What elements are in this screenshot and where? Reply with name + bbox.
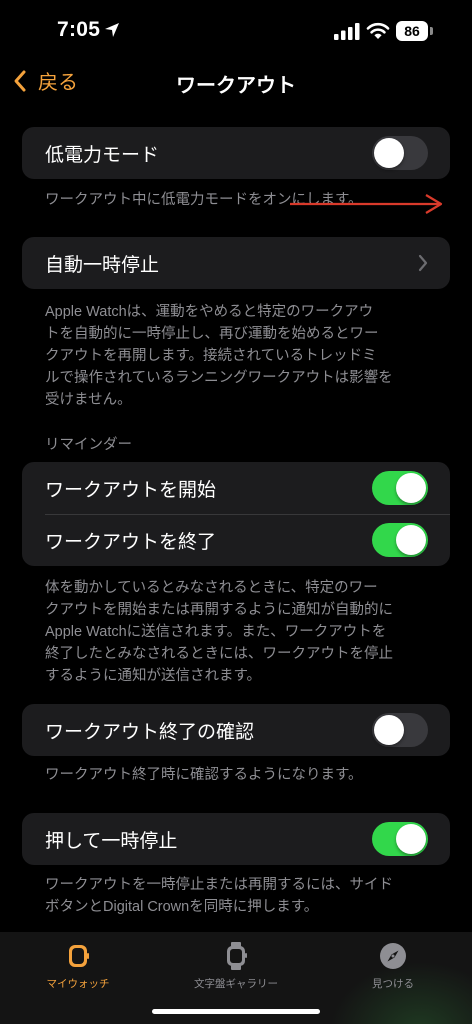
reminders-group: ワークアウトを開始 ワークアウトを終了 bbox=[22, 462, 450, 566]
press-pause-group: 押して一時停止 bbox=[22, 813, 450, 865]
press-pause-label: 押して一時停止 bbox=[45, 830, 178, 852]
chevron-right-icon bbox=[418, 254, 428, 272]
status-time: 7:05 bbox=[57, 18, 101, 41]
tab-label: 見つける bbox=[372, 978, 414, 990]
red-arrow-annotation bbox=[290, 194, 443, 214]
tab-label: マイウォッチ bbox=[46, 978, 110, 990]
watch-face-icon bbox=[69, 945, 89, 967]
footer-line: Apple Watchは、運動をやめると特定のワークアウ bbox=[45, 304, 374, 320]
confirm-end-toggle[interactable] bbox=[372, 713, 428, 747]
location-arrow-icon bbox=[105, 23, 119, 37]
footer-line: ボタンとDigital Crownを同時に押します。 bbox=[45, 899, 319, 915]
footer-line: 受けません。 bbox=[45, 392, 132, 408]
watch-icon bbox=[227, 942, 247, 970]
compass-icon bbox=[380, 943, 406, 969]
confirm-end-footer: ワークアウト終了時に確認するようになります。 bbox=[45, 767, 363, 783]
auto-pause-footer: Apple Watchは、運動をやめると特定のワークアウ トを自動的に一時停止し… bbox=[45, 301, 435, 411]
press-pause-toggle[interactable] bbox=[372, 822, 428, 856]
tab-face-gallery[interactable]: 文字盤ギャラリー bbox=[176, 942, 296, 991]
reminder-end-row: ワークアウトを終了 bbox=[22, 514, 450, 566]
auto-pause-row[interactable]: 自動一時停止 bbox=[22, 237, 450, 289]
reminder-start-toggle[interactable] bbox=[372, 471, 428, 505]
low-power-group: 低電力モード bbox=[22, 127, 450, 179]
low-power-toggle[interactable] bbox=[372, 136, 428, 170]
reminders-header: リマインダー bbox=[45, 437, 132, 453]
footer-line: Apple Watchに送信されます。また、ワークアウトを bbox=[45, 624, 387, 640]
footer-line: トを自動的に一時停止し、再び運動を始めるとワー bbox=[45, 326, 379, 342]
footer-line: 体を動かしているとみなされるときに、特定のワー bbox=[45, 580, 378, 596]
reminder-start-label: ワークアウトを開始 bbox=[45, 479, 217, 501]
footer-line: するように通知が送信されます。 bbox=[45, 668, 262, 684]
tab-discover[interactable]: 見つける bbox=[333, 942, 453, 991]
toggle-knob bbox=[396, 824, 426, 854]
footer-line: 終了したとみなされるときには、ワークアウトを停止 bbox=[45, 646, 393, 662]
reminder-start-row: ワークアウトを開始 bbox=[22, 462, 450, 514]
footer-line: クアウトを再開します。接続されているトレッドミ bbox=[45, 348, 377, 364]
auto-pause-label: 自動一時停止 bbox=[45, 254, 160, 276]
toggle-knob bbox=[396, 525, 426, 555]
wifi-icon bbox=[366, 22, 390, 39]
footer-line: クアウトを開始または再開するように通知が自動的に bbox=[45, 602, 393, 618]
reminder-end-label: ワークアウトを終了 bbox=[45, 531, 217, 553]
confirm-end-group: ワークアウト終了の確認 bbox=[22, 704, 450, 756]
cellular-signal-icon bbox=[334, 23, 360, 40]
confirm-end-label: ワークアウト終了の確認 bbox=[45, 721, 255, 743]
low-power-label: 低電力モード bbox=[45, 144, 160, 166]
status-bar: 7:05 86 bbox=[0, 0, 472, 62]
reminders-footer: 体を動かしているとみなされるときに、特定のワー クアウトを開始または再開するよう… bbox=[45, 577, 435, 687]
toggle-knob bbox=[396, 473, 426, 503]
press-pause-row: 押して一時停止 bbox=[22, 813, 450, 865]
toggle-knob bbox=[374, 715, 404, 745]
navigation-bar: 戻る ワークアウト bbox=[0, 60, 472, 104]
page-title: ワークアウト bbox=[176, 75, 296, 97]
footer-line: ワークアウトを一時停止または再開するには、サイド bbox=[45, 877, 393, 893]
reminder-end-toggle[interactable] bbox=[372, 523, 428, 557]
low-power-row: 低電力モード bbox=[22, 127, 450, 179]
home-indicator bbox=[152, 1009, 320, 1014]
confirm-end-row: ワークアウト終了の確認 bbox=[22, 704, 450, 756]
tab-my-watch[interactable]: マイウォッチ bbox=[18, 942, 138, 991]
battery-cap bbox=[430, 27, 433, 35]
toggle-knob bbox=[374, 138, 404, 168]
press-pause-footer: ワークアウトを一時停止または再開するには、サイド ボタンとDigital Cro… bbox=[45, 874, 435, 918]
footer-line: ルで操作されているランニングワークアウトは影響を bbox=[45, 370, 393, 386]
battery-indicator: 86 bbox=[396, 21, 428, 41]
tab-label: 文字盤ギャラリー bbox=[194, 978, 278, 990]
auto-pause-group: 自動一時停止 bbox=[22, 237, 450, 289]
